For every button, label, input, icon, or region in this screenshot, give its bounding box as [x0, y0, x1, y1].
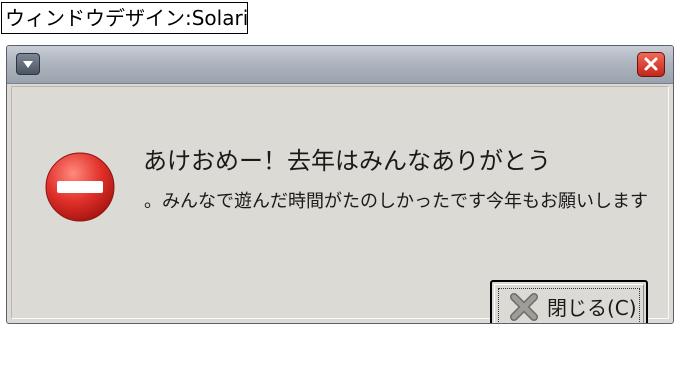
close-dialog-button[interactable]: 閉じる(C) [490, 280, 648, 323]
dialog-message: 。みんなで遊んだ時間がたのしかったです今年もお願いします [144, 191, 648, 212]
dialog-body: あけおめー！去年はみんなありがとう 。みんなで遊んだ時間がたのしかったです今年も… [11, 86, 669, 323]
chevron-down-icon [23, 61, 33, 68]
dialog-headline: あけおめー！去年はみんなありがとう [143, 147, 551, 175]
window-close-button[interactable] [637, 52, 665, 77]
page-caption: ウィンドウデザイン:Solaris [1, 2, 248, 34]
x-icon [510, 293, 538, 321]
error-stop-icon [45, 152, 115, 222]
close-dialog-button-label: 閉じる(C) [547, 296, 637, 320]
dialog-window: あけおめー！去年はみんなありがとう 。みんなで遊んだ時間がたのしかったです今年も… [6, 45, 674, 324]
title-bar[interactable] [7, 46, 673, 84]
window-menu-button[interactable] [16, 53, 40, 75]
close-icon [644, 57, 658, 71]
close-dialog-button-face[interactable]: 閉じる(C) [494, 284, 644, 323]
